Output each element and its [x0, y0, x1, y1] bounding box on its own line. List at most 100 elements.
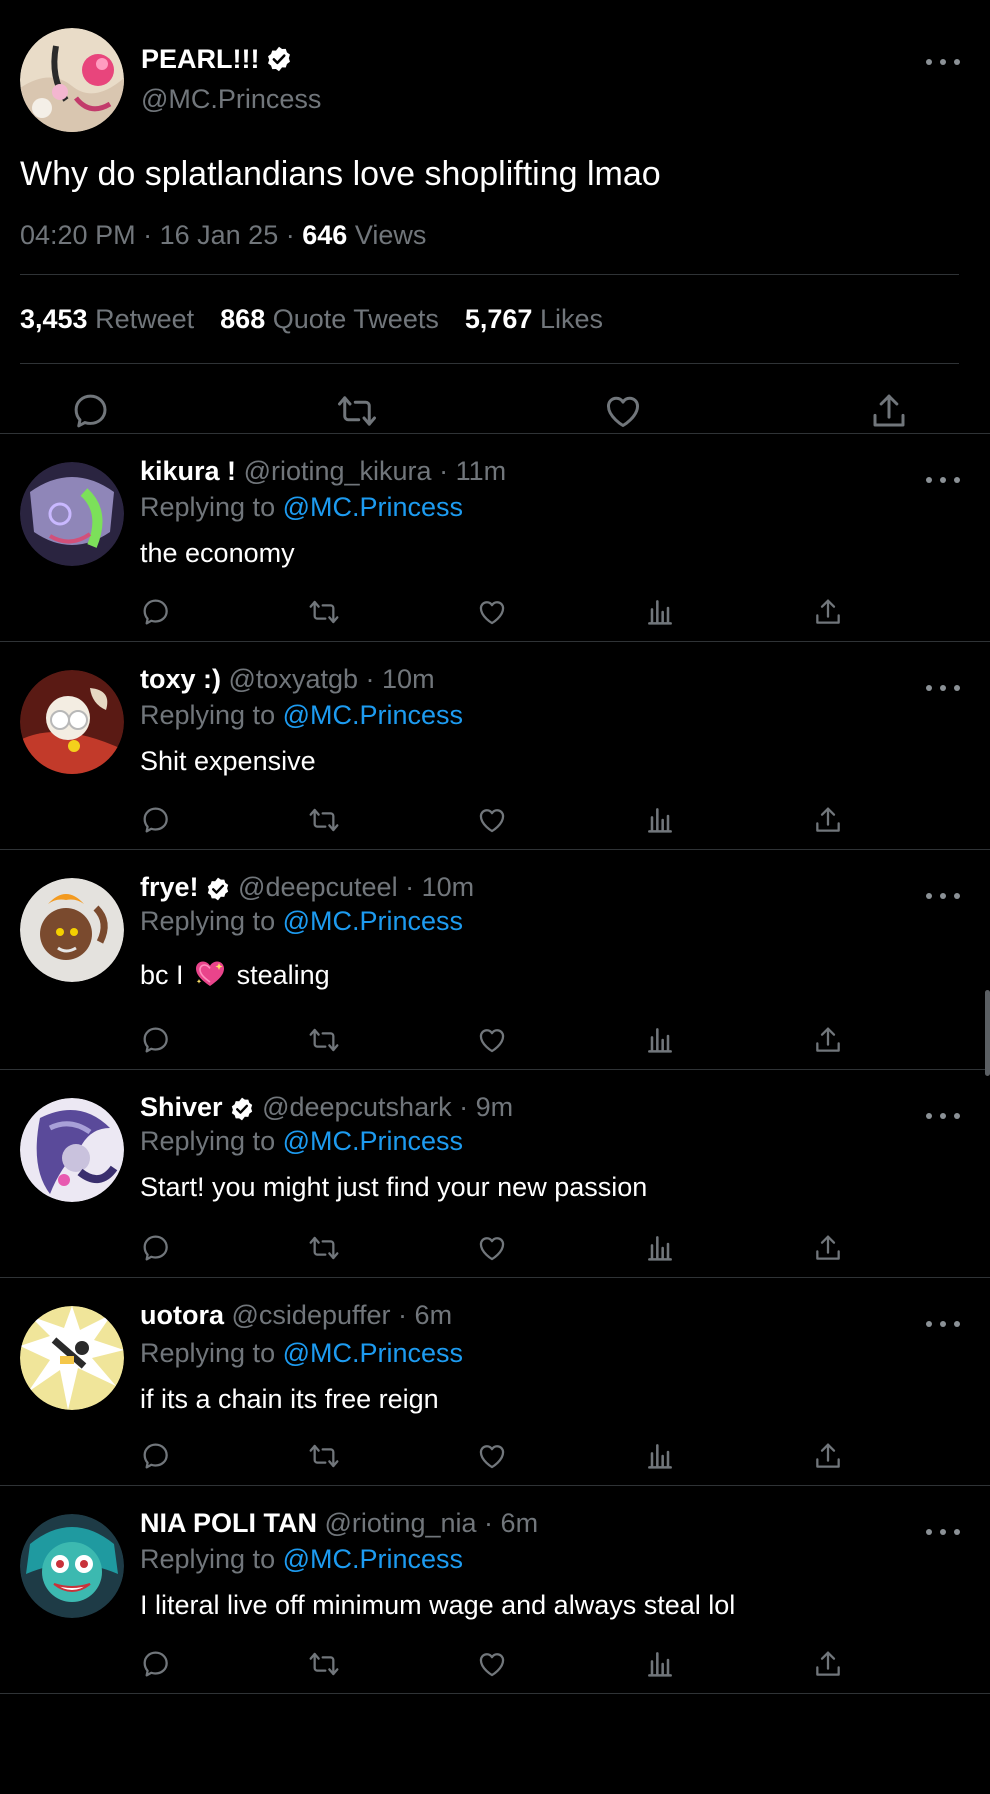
reply-time[interactable]: 10m: [422, 872, 475, 902]
avatar[interactable]: [20, 1514, 124, 1618]
quotes-label: Quote Tweets: [272, 303, 439, 334]
handle[interactable]: @rioting_nia: [325, 1508, 477, 1538]
display-name[interactable]: PEARL!!!: [141, 42, 259, 76]
reply-text: Shit expensive: [140, 746, 316, 776]
views-icon[interactable]: [644, 804, 676, 836]
reply-header: Shiver @deepcutshark · 9m: [140, 1090, 950, 1124]
more-options-icon[interactable]: [926, 468, 960, 492]
reply-icon[interactable]: [140, 804, 172, 836]
like-icon[interactable]: [476, 596, 508, 628]
share-icon[interactable]: [812, 804, 844, 836]
replying-to-link[interactable]: @MC.Princess: [283, 1126, 463, 1156]
avatar[interactable]: [20, 670, 124, 774]
reply-tweet[interactable]: uotora @csidepuffer · 6m Replying to @MC…: [0, 1278, 990, 1486]
share-icon[interactable]: [812, 1024, 844, 1056]
reply-icon[interactable]: [140, 1232, 172, 1264]
reply-time[interactable]: 6m: [415, 1300, 453, 1330]
avatar[interactable]: [20, 878, 124, 982]
display-name[interactable]: kikura !: [140, 456, 236, 486]
more-options-icon[interactable]: [926, 50, 960, 74]
replying-to-link[interactable]: @MC.Princess: [283, 906, 463, 936]
likes-stat[interactable]: 5,767 Likes: [465, 304, 603, 335]
reply-icon[interactable]: [140, 1024, 172, 1056]
display-name[interactable]: frye!: [140, 872, 199, 902]
like-icon[interactable]: [476, 1232, 508, 1264]
handle[interactable]: @deepcutshark: [262, 1092, 452, 1122]
handle[interactable]: @toxyatgb: [229, 664, 358, 694]
quotes-stat[interactable]: 868 Quote Tweets: [220, 304, 439, 335]
handle[interactable]: @csidepuffer: [232, 1300, 391, 1330]
more-options-icon[interactable]: [926, 1312, 960, 1336]
reply-text: the economy: [140, 538, 295, 568]
reply-actions: [140, 1232, 860, 1264]
reply-tweet[interactable]: kikura ! @rioting_kikura · 11m Replying …: [0, 434, 990, 642]
share-icon[interactable]: [812, 1440, 844, 1472]
share-icon[interactable]: [812, 1648, 844, 1680]
like-icon[interactable]: [476, 804, 508, 836]
retweet-icon[interactable]: [308, 1648, 340, 1680]
like-icon[interactable]: [476, 1440, 508, 1472]
replying-label: Replying to: [140, 906, 276, 936]
reply-tweet[interactable]: frye! @deepcuteel · 10m Replying to @MC.…: [0, 850, 990, 1070]
reply-icon[interactable]: [140, 1440, 172, 1472]
avatar[interactable]: [20, 28, 124, 132]
views-icon[interactable]: [644, 596, 676, 628]
reply-header: NIA POLI TAN @rioting_nia · 6m: [140, 1506, 950, 1540]
reply-tweet[interactable]: NIA POLI TAN @rioting_nia · 6m Replying …: [0, 1486, 990, 1694]
retweets-stat[interactable]: 3,453 Retweet: [20, 304, 194, 335]
like-icon[interactable]: [476, 1024, 508, 1056]
retweet-icon[interactable]: [308, 596, 340, 628]
reply-header: uotora @csidepuffer · 6m: [140, 1298, 950, 1332]
more-options-icon[interactable]: [926, 884, 960, 908]
reply-time[interactable]: 10m: [382, 664, 435, 694]
separator: ·: [365, 664, 375, 694]
reply-icon[interactable]: [140, 1648, 172, 1680]
views-label: Views: [354, 220, 427, 250]
views-icon[interactable]: [644, 1232, 676, 1264]
retweet-icon[interactable]: [308, 1440, 340, 1472]
views-icon[interactable]: [644, 1024, 676, 1056]
scrollbar[interactable]: [985, 990, 990, 1076]
retweet-icon[interactable]: [308, 1024, 340, 1056]
replying-to-link[interactable]: @MC.Princess: [283, 492, 463, 522]
reply-time[interactable]: 6m: [501, 1508, 539, 1538]
like-icon[interactable]: [602, 390, 644, 432]
replying-to-link[interactable]: @MC.Princess: [283, 700, 463, 730]
share-icon[interactable]: [868, 390, 910, 432]
reply-time[interactable]: 11m: [456, 456, 507, 486]
replying-label: Replying to: [140, 1126, 276, 1156]
handle[interactable]: @rioting_kikura: [244, 456, 432, 486]
display-name[interactable]: uotora: [140, 1300, 224, 1330]
reply-header: toxy :) @toxyatgb · 10m: [140, 662, 950, 696]
share-icon[interactable]: [812, 596, 844, 628]
display-name[interactable]: NIA POLI TAN: [140, 1508, 317, 1538]
avatar[interactable]: [20, 1098, 124, 1202]
more-options-icon[interactable]: [926, 676, 960, 700]
views-icon[interactable]: [644, 1648, 676, 1680]
views-icon[interactable]: [644, 1440, 676, 1472]
avatar[interactable]: [20, 462, 124, 566]
reply-text-part: bc I: [140, 960, 184, 990]
retweet-icon[interactable]: [308, 804, 340, 836]
more-options-icon[interactable]: [926, 1520, 960, 1544]
reply-tweet[interactable]: Shiver @deepcutshark · 9m Replying to @M…: [0, 1070, 990, 1278]
reply-time[interactable]: 9m: [476, 1092, 514, 1122]
replying-to-link[interactable]: @MC.Princess: [283, 1338, 463, 1368]
like-icon[interactable]: [476, 1648, 508, 1680]
reply-icon[interactable]: [140, 596, 172, 628]
separator: ·: [484, 1508, 494, 1538]
display-name[interactable]: toxy :): [140, 664, 221, 694]
retweet-icon[interactable]: [336, 390, 378, 432]
more-options-icon[interactable]: [926, 1104, 960, 1128]
reply-tweet[interactable]: toxy :) @toxyatgb · 10m Replying to @MC.…: [0, 642, 990, 850]
handle[interactable]: @deepcuteel: [238, 872, 398, 902]
replying-to-link[interactable]: @MC.Princess: [283, 1544, 463, 1574]
handle[interactable]: @MC.Princess: [141, 80, 321, 118]
display-name[interactable]: Shiver: [140, 1092, 223, 1122]
avatar[interactable]: [20, 1306, 124, 1410]
reply-icon[interactable]: [70, 390, 112, 432]
share-icon[interactable]: [812, 1232, 844, 1264]
reply-text: Start! you might just find your new pass…: [140, 1172, 648, 1202]
reply-actions: [140, 804, 860, 836]
retweet-icon[interactable]: [308, 1232, 340, 1264]
